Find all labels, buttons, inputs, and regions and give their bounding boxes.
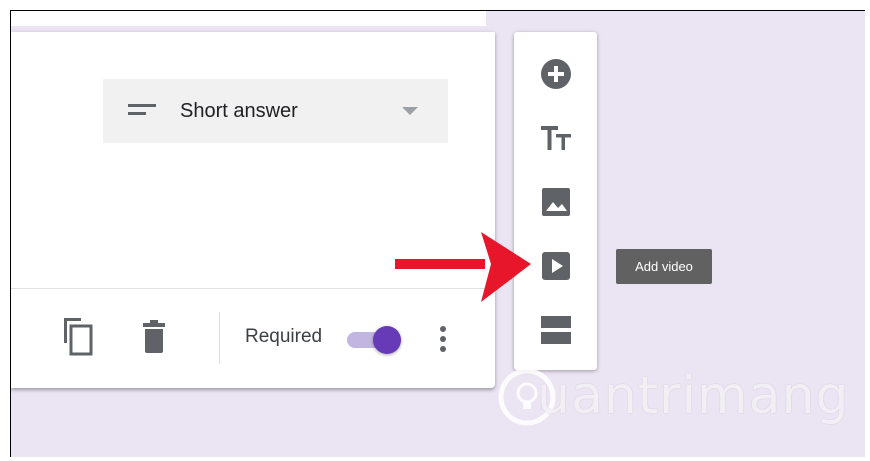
add-section-button[interactable] bbox=[540, 314, 572, 346]
add-video-tooltip: Add video bbox=[616, 249, 712, 284]
video-icon bbox=[542, 252, 570, 280]
image-icon bbox=[542, 188, 570, 216]
question-card[interactable]: Short answer Required bbox=[11, 32, 495, 388]
watermark: uantrimang bbox=[497, 363, 850, 435]
red-arrow-annotation bbox=[395, 232, 531, 302]
add-item-toolbar bbox=[514, 32, 597, 370]
duplicate-icon[interactable] bbox=[61, 317, 95, 362]
required-toggle[interactable] bbox=[345, 323, 409, 357]
section-icon bbox=[541, 316, 571, 344]
more-options-icon[interactable] bbox=[438, 325, 448, 360]
footer-separator bbox=[219, 312, 220, 364]
title-text-icon bbox=[541, 126, 571, 150]
form-editor-canvas: Short answer Required Add video uantrima… bbox=[10, 10, 865, 457]
required-label: Required bbox=[245, 326, 323, 347]
add-video-button[interactable] bbox=[540, 250, 572, 282]
add-question-button[interactable] bbox=[540, 58, 572, 90]
chevron-down-icon bbox=[402, 107, 418, 115]
header-strip bbox=[11, 11, 486, 26]
add-title-button[interactable] bbox=[540, 122, 572, 154]
toggle-knob bbox=[373, 326, 401, 354]
add-circle-icon bbox=[541, 59, 571, 89]
question-type-dropdown[interactable]: Short answer bbox=[103, 79, 448, 143]
delete-icon[interactable] bbox=[141, 320, 167, 359]
add-image-button[interactable] bbox=[540, 186, 572, 218]
watermark-text: uantrimang bbox=[537, 366, 850, 426]
question-type-label: Short answer bbox=[180, 100, 298, 122]
short-answer-icon bbox=[128, 104, 156, 118]
